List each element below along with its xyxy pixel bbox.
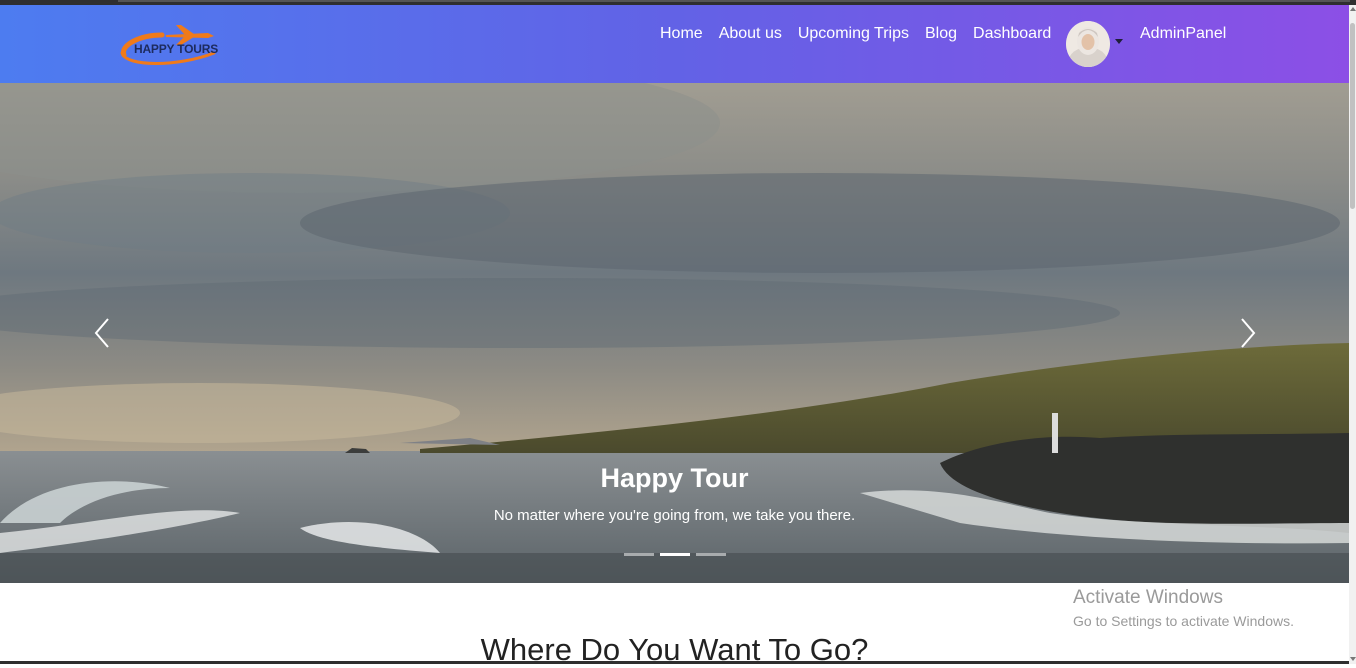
user-avatar[interactable] bbox=[1066, 21, 1110, 67]
carousel-indicator[interactable] bbox=[624, 553, 654, 556]
navbar: HAPPY TOURS Home About us Upcoming Trips… bbox=[0, 5, 1349, 83]
nav-link-dashboard[interactable]: Dashboard bbox=[973, 25, 1051, 43]
carousel-next-button[interactable] bbox=[1228, 309, 1268, 357]
chevron-right-icon bbox=[1241, 318, 1256, 348]
watermark-title: Activate Windows bbox=[1073, 587, 1223, 608]
brand-logo[interactable]: HAPPY TOURS bbox=[118, 23, 218, 69]
scroll-up-arrow-icon[interactable] bbox=[1350, 7, 1356, 11]
admin-panel-link[interactable]: AdminPanel bbox=[1140, 25, 1226, 43]
hero-subtitle: No matter where you're going from, we ta… bbox=[493, 507, 856, 524]
page-scrollbar[interactable] bbox=[1349, 5, 1356, 664]
nav-links: Home About us Upcoming Trips Blog Dashbo… bbox=[652, 19, 1059, 49]
carousel-indicator[interactable] bbox=[696, 553, 726, 556]
scroll-down-arrow-icon[interactable] bbox=[1350, 657, 1356, 661]
chevron-left-icon bbox=[94, 318, 109, 348]
carousel-indicators bbox=[624, 553, 732, 556]
user-menu-caret-icon[interactable] bbox=[1115, 39, 1123, 44]
windows-activation-watermark: Activate Windows Go to Settings to activ… bbox=[1073, 587, 1294, 629]
user-avatar-image-icon bbox=[1066, 21, 1110, 67]
carousel-prev-button[interactable] bbox=[82, 309, 122, 357]
hero-carousel: Happy Tour No matter where you're going … bbox=[0, 83, 1349, 583]
scrollbar-thumb[interactable] bbox=[1350, 23, 1355, 209]
nav-link-blog[interactable]: Blog bbox=[925, 25, 957, 43]
carousel-indicator-active[interactable] bbox=[660, 553, 690, 556]
hero-title: Happy Tour bbox=[600, 463, 749, 493]
nav-link-home[interactable]: Home bbox=[660, 25, 703, 43]
nav-link-upcoming-trips[interactable]: Upcoming Trips bbox=[798, 25, 909, 43]
logo-text: HAPPY TOURS bbox=[134, 42, 219, 56]
watermark-subtitle: Go to Settings to activate Windows. bbox=[1073, 613, 1294, 629]
nav-link-about-us[interactable]: About us bbox=[719, 25, 782, 43]
